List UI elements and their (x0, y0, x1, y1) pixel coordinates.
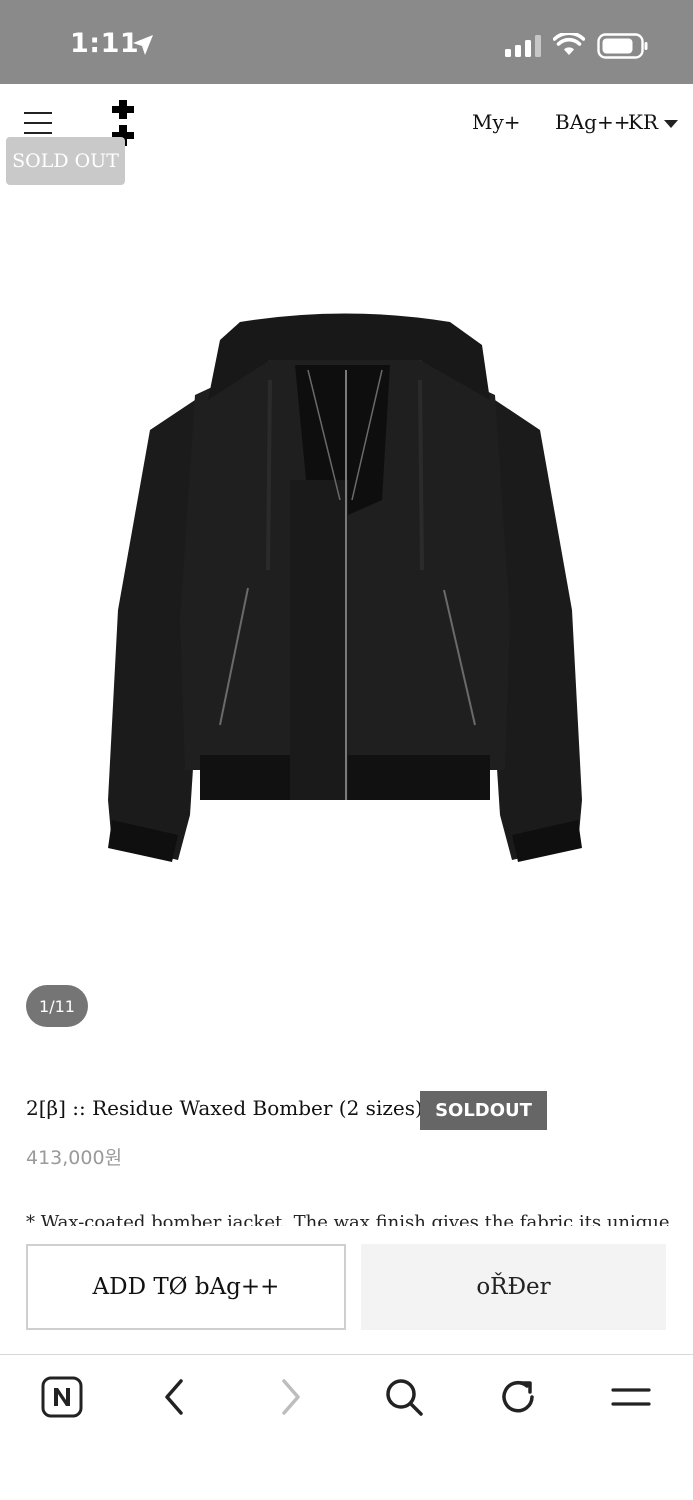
back-arrow-icon[interactable] (153, 1375, 197, 1419)
product-image[interactable] (90, 300, 600, 880)
sold-out-badge: SOLD OUT (6, 137, 125, 185)
wifi-icon (553, 33, 585, 55)
battery-icon (597, 33, 648, 59)
add-to-bag-button[interactable]: ADD TØ bAg++ (26, 1244, 346, 1330)
location-arrow-icon (133, 35, 153, 55)
product-title: 2[β] :: Residue Waxed Bomber (2 sizes) (26, 1096, 423, 1120)
menu-icon[interactable] (609, 1375, 653, 1419)
product-description: * Wax-coated bomber jacket. The wax fini… (26, 1212, 670, 1226)
naver-n-icon[interactable] (40, 1375, 84, 1419)
hamburger-menu-icon[interactable] (24, 112, 52, 134)
soldout-tag: SOLDOUT (420, 1091, 547, 1130)
status-bar: 1:11 (0, 0, 693, 84)
nav-bag-link[interactable]: BAg++ (555, 110, 630, 134)
browser-toolbar (0, 1354, 693, 1500)
signal-icon (505, 35, 541, 57)
forward-arrow-icon[interactable] (268, 1375, 312, 1419)
image-counter: 1/11 (26, 985, 88, 1027)
action-bar: ADD TØ bAg++ oŘĐer (0, 1226, 693, 1354)
product-price: 413,000원 (26, 1147, 123, 1169)
search-icon[interactable] (382, 1375, 426, 1419)
nav-my-link[interactable]: My+ (472, 110, 521, 134)
description-clip: * Wax-coated bomber jacket. The wax fini… (0, 1208, 693, 1226)
order-button[interactable]: oŘĐer (361, 1244, 666, 1330)
language-selector[interactable]: KR (628, 110, 658, 134)
refresh-icon[interactable] (496, 1375, 540, 1419)
caret-down-icon[interactable] (664, 120, 678, 128)
status-time: 1:11 (70, 28, 140, 59)
